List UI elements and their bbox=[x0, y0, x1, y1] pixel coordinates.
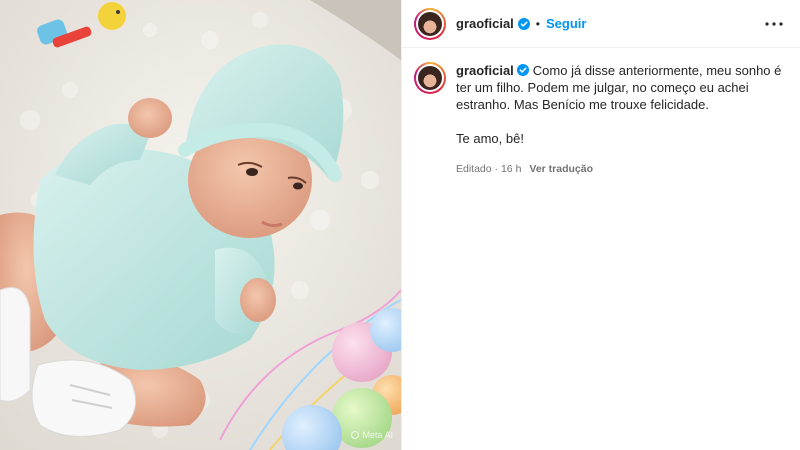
caption-text-second: Te amo, bê! bbox=[456, 131, 524, 146]
post-image[interactable]: Meta AI bbox=[0, 0, 401, 450]
baby-photo bbox=[0, 0, 401, 450]
follow-button[interactable]: Seguir bbox=[546, 16, 586, 31]
post-caption: graoficial Como já disse anteriormente, m… bbox=[402, 48, 800, 178]
post-details-panel: graoficial • Seguir graoficial Como já di… bbox=[401, 0, 800, 450]
avatar-image bbox=[418, 11, 442, 36]
header-username[interactable]: graoficial bbox=[456, 16, 514, 31]
meta-ai-icon bbox=[351, 431, 360, 439]
meta-ai-watermark: Meta AI bbox=[351, 430, 393, 440]
more-options-icon[interactable] bbox=[762, 12, 786, 36]
verified-badge-icon bbox=[516, 64, 529, 76]
caption-body: graoficial Como já disse anteriormente, m… bbox=[456, 62, 786, 178]
verified-badge-icon bbox=[517, 17, 530, 30]
profile-avatar[interactable] bbox=[414, 7, 446, 40]
caption-avatar[interactable] bbox=[414, 62, 446, 94]
separator-dot: • bbox=[535, 16, 540, 31]
caption-username[interactable]: graoficial bbox=[456, 63, 514, 78]
meta-dot: · bbox=[494, 163, 499, 175]
post-time[interactable]: 16 h bbox=[501, 163, 521, 175]
caption-meta: Editado · 16 h Ver tradução bbox=[456, 161, 786, 178]
instagram-post: Meta AI graoficial • Seguir graoficial C… bbox=[0, 0, 800, 450]
edited-label: Editado bbox=[456, 163, 492, 175]
see-translation-link[interactable]: Ver tradução bbox=[529, 161, 593, 178]
post-header: graoficial • Seguir bbox=[402, 0, 800, 48]
avatar-image bbox=[418, 66, 442, 90]
caption-time: Editado · 16 h bbox=[456, 161, 521, 178]
